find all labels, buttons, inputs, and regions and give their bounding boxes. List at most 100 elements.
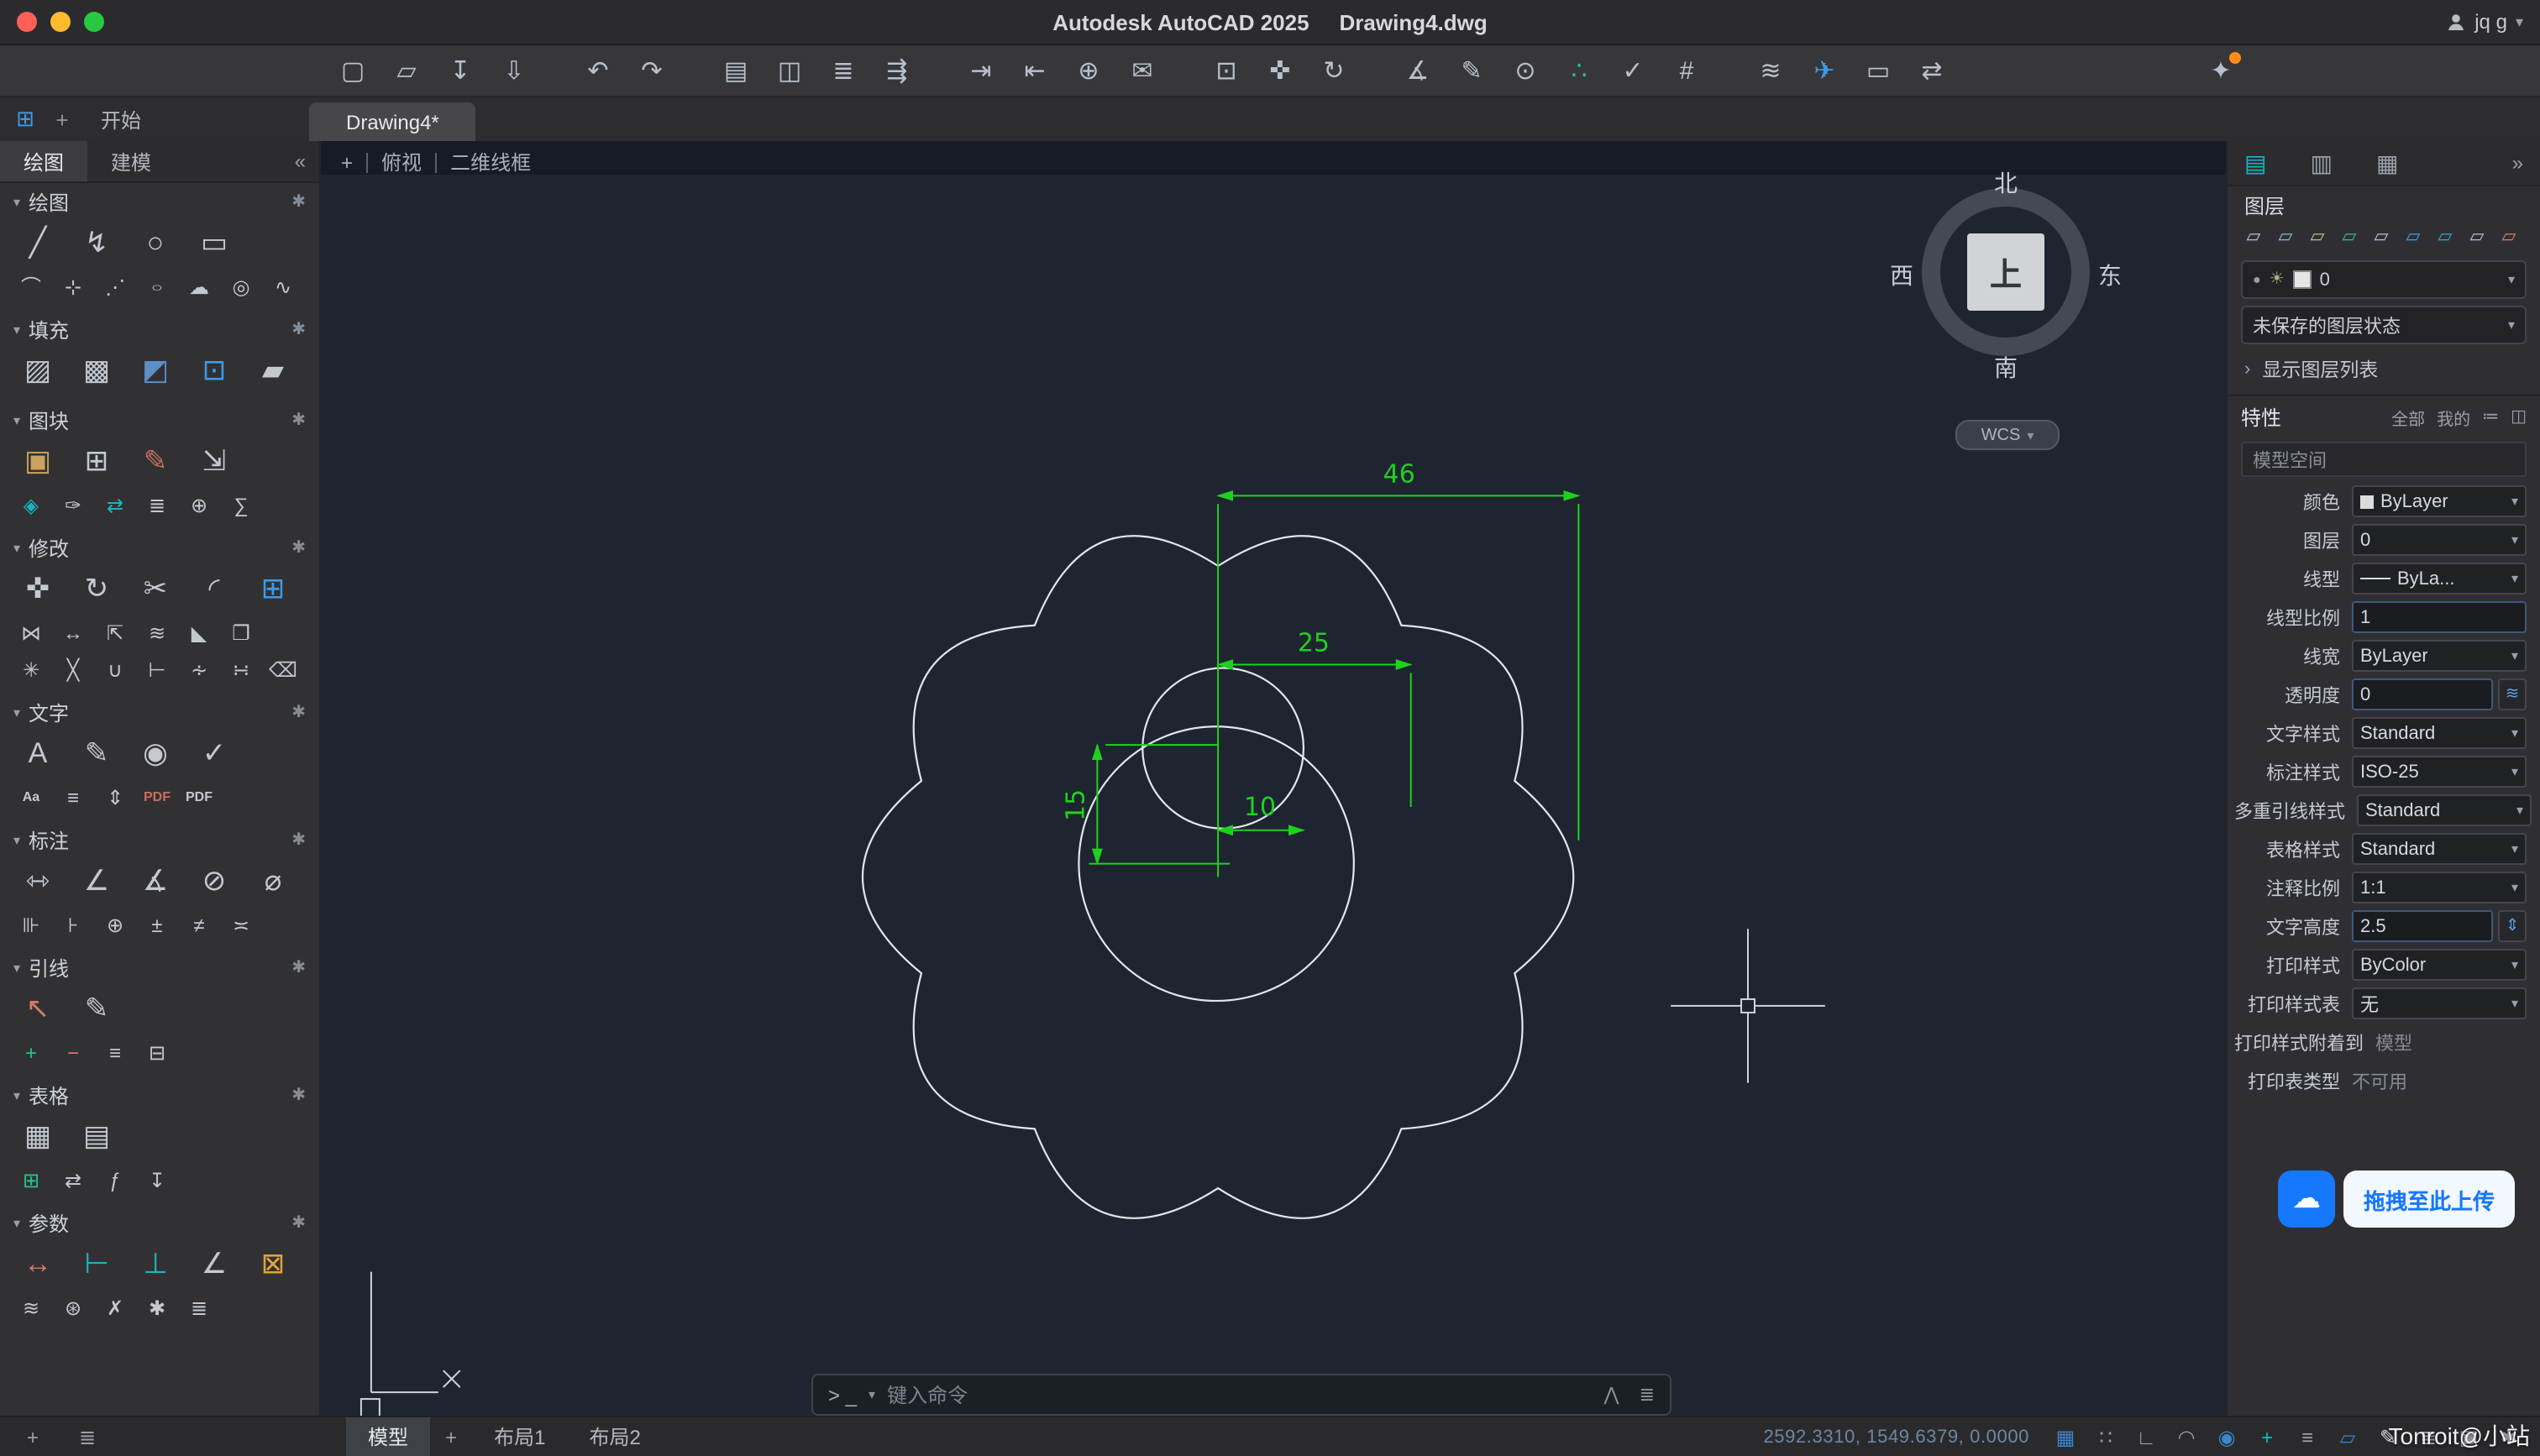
collaborate-button[interactable]: ∴ bbox=[1559, 50, 1599, 91]
customization-button[interactable]: ✱ bbox=[2495, 1422, 2523, 1451]
upload-button[interactable]: 拖拽至此上传 bbox=[2343, 1171, 2516, 1228]
tab-layers[interactable]: ▤ bbox=[2244, 149, 2266, 177]
zoom-window-button[interactable] bbox=[84, 12, 104, 32]
isolate-objects-button[interactable]: ▣ bbox=[2454, 1422, 2483, 1451]
dim-baseline-button[interactable]: ⊪ bbox=[13, 909, 49, 940]
minimize-window-button[interactable] bbox=[50, 12, 71, 32]
audit-button[interactable]: ✓ bbox=[1613, 50, 1653, 91]
viewcube-east[interactable]: 东 bbox=[2098, 259, 2122, 292]
explode-button[interactable]: ✳ bbox=[13, 653, 49, 685]
count-button[interactable]: # bbox=[1666, 50, 1707, 91]
tab-modeling[interactable]: 建模 bbox=[87, 141, 175, 181]
gradient-button[interactable]: ◩ bbox=[131, 348, 180, 393]
tab-sheet-set[interactable]: ▦ bbox=[2376, 149, 2398, 177]
filter-all-button[interactable]: 全部 bbox=[2391, 405, 2425, 430]
aligned-constraint-button[interactable]: ∠ bbox=[190, 1241, 239, 1286]
line-button[interactable]: ╱ bbox=[13, 220, 62, 265]
tab-layout2[interactable]: 布局2 bbox=[567, 1417, 662, 1456]
break-button[interactable]: ╳ bbox=[55, 653, 91, 685]
cloud-upload-icon[interactable]: ☁ bbox=[2278, 1171, 2335, 1228]
parameter-manager-button[interactable]: ≣ bbox=[181, 1291, 217, 1323]
annotation-monitor-button[interactable]: ✎ bbox=[2374, 1422, 2402, 1451]
construction-line-button[interactable]: ⋰ bbox=[97, 270, 133, 302]
sync-attributes-button[interactable]: ⇄ bbox=[97, 489, 133, 521]
dim-diameter-button[interactable]: ⌀ bbox=[249, 858, 297, 903]
new-tab-button[interactable]: + bbox=[44, 97, 81, 141]
export-table-button[interactable]: ↧ bbox=[139, 1164, 175, 1196]
dim-radius-button[interactable]: ⊘ bbox=[190, 858, 239, 903]
block-count-button[interactable]: ∑ bbox=[223, 489, 259, 521]
property-control[interactable]: 0 ▾ bbox=[2352, 524, 2527, 556]
palette-menu-icon[interactable]: ≣ bbox=[79, 1425, 96, 1448]
property-control[interactable]: Standard ▾ bbox=[2357, 794, 2532, 826]
add-leader-button[interactable]: + bbox=[13, 1036, 49, 1068]
section-caret-icon[interactable]: ▾ bbox=[13, 833, 20, 848]
tab-model[interactable]: 模型 bbox=[346, 1417, 431, 1456]
section-settings-icon[interactable]: ✱ bbox=[291, 959, 306, 977]
viewcube[interactable]: 上 北 南 西 东 bbox=[1890, 170, 2122, 381]
show-constraints-button[interactable]: ≋ bbox=[13, 1291, 49, 1323]
orbit-button[interactable]: ↻ bbox=[1314, 50, 1354, 91]
layer-isolate-button[interactable]: ▱ bbox=[2401, 223, 2426, 249]
property-control[interactable]: 1 bbox=[2352, 601, 2527, 633]
plot-preview-button[interactable]: ◫ bbox=[769, 50, 810, 91]
section-settings-icon[interactable]: ✱ bbox=[291, 193, 306, 212]
property-control[interactable]: ByColor ▾ bbox=[2352, 949, 2527, 981]
lineweight-display-button[interactable]: ≡ bbox=[2293, 1422, 2322, 1451]
property-control[interactable]: ISO-25 ▾ bbox=[2352, 756, 2527, 788]
command-customize-icon[interactable]: ≣ bbox=[1640, 1384, 1655, 1406]
tab-layer-states[interactable]: ▥ bbox=[2310, 149, 2332, 177]
dim-aligned-button[interactable]: ∠ bbox=[72, 858, 121, 903]
command-line[interactable]: > _ ▾ 键入命令 ⋀ ≣ bbox=[811, 1374, 1671, 1416]
annotation-scale-button[interactable]: ≣ bbox=[2414, 1422, 2443, 1451]
selection-scope[interactable]: 模型空间 bbox=[2241, 442, 2527, 477]
viewport-controls[interactable]: + 俯视 二维线框 bbox=[341, 148, 531, 176]
edit-block-button[interactable]: ✎ bbox=[131, 438, 180, 484]
layer-previous-button[interactable]: ▱ bbox=[2464, 223, 2490, 249]
lengthen-button[interactable]: ⊢ bbox=[139, 653, 175, 685]
snap-mode-button[interactable]: ∷ bbox=[2091, 1422, 2120, 1451]
viewcube-south[interactable]: 南 bbox=[1905, 351, 2107, 385]
tab-drawing4[interactable]: Drawing4* bbox=[309, 102, 476, 141]
stretch-button[interactable]: ↔ bbox=[55, 616, 91, 648]
mirror-button[interactable]: ⋈ bbox=[13, 616, 49, 648]
create-block-button[interactable]: ⊞ bbox=[72, 438, 121, 484]
quick-dim-button[interactable]: ≍ bbox=[223, 909, 259, 940]
insert-block-button[interactable]: ▣ bbox=[13, 438, 62, 484]
table-style-button[interactable]: ▤ bbox=[72, 1113, 121, 1159]
save-as-button[interactable]: ⇩ bbox=[494, 50, 534, 91]
open-file-button[interactable]: ▱ bbox=[386, 50, 427, 91]
sync-settings-button[interactable]: ⇄ bbox=[1912, 50, 1952, 91]
upload-overlay[interactable]: ☁ 拖拽至此上传 bbox=[2278, 1171, 2516, 1228]
section-caret-icon[interactable]: ▾ bbox=[13, 961, 20, 976]
layer-new-button[interactable]: ▱ bbox=[2337, 223, 2362, 249]
measure-button[interactable]: ∡ bbox=[1398, 50, 1438, 91]
rotate-button[interactable]: ↻ bbox=[72, 566, 121, 611]
constraint-settings-button[interactable]: ✱ bbox=[139, 1291, 175, 1323]
filter-my-button[interactable]: 我的 bbox=[2437, 405, 2470, 430]
linear-parameter-button[interactable]: ↔ bbox=[13, 1241, 62, 1286]
page-setup-button[interactable]: ≣ bbox=[823, 50, 863, 91]
vertical-constraint-button[interactable]: ⊥ bbox=[131, 1241, 180, 1286]
section-caret-icon[interactable]: ▾ bbox=[13, 705, 20, 720]
show-layer-list-link[interactable]: › 显示图层列表 bbox=[2228, 348, 2540, 391]
pin-panel-icon[interactable]: ◫ bbox=[2511, 408, 2527, 427]
save-button[interactable]: ↧ bbox=[440, 50, 480, 91]
table-button[interactable]: ▦ bbox=[13, 1113, 62, 1159]
transparency-slider-icon[interactable]: ≋ bbox=[2498, 678, 2527, 710]
property-control[interactable]: 1:1 ▾ bbox=[2352, 872, 2527, 903]
viewcube-north[interactable]: 北 bbox=[1905, 166, 2107, 200]
section-settings-icon[interactable]: ✱ bbox=[291, 1087, 306, 1105]
layer-state-selector[interactable]: 未保存的图层状态 ▾ bbox=[2241, 306, 2527, 344]
plot-button[interactable]: ▤ bbox=[716, 50, 756, 91]
section-settings-icon[interactable]: ✱ bbox=[291, 831, 306, 850]
tab-start[interactable]: 开始 bbox=[81, 97, 161, 141]
account-menu[interactable]: jq g ▾ bbox=[2446, 10, 2540, 34]
horizontal-constraint-button[interactable]: ⊢ bbox=[72, 1241, 121, 1286]
hide-constraints-button[interactable]: ✗ bbox=[97, 1291, 133, 1323]
tolerance-button[interactable]: ± bbox=[139, 909, 175, 940]
section-caret-icon[interactable]: ▾ bbox=[13, 1216, 20, 1231]
pan-button[interactable]: ✜ bbox=[1260, 50, 1300, 91]
manage-attributes-button[interactable]: ≣ bbox=[139, 489, 175, 521]
viewcube-top-face[interactable]: 上 bbox=[1967, 233, 2044, 311]
